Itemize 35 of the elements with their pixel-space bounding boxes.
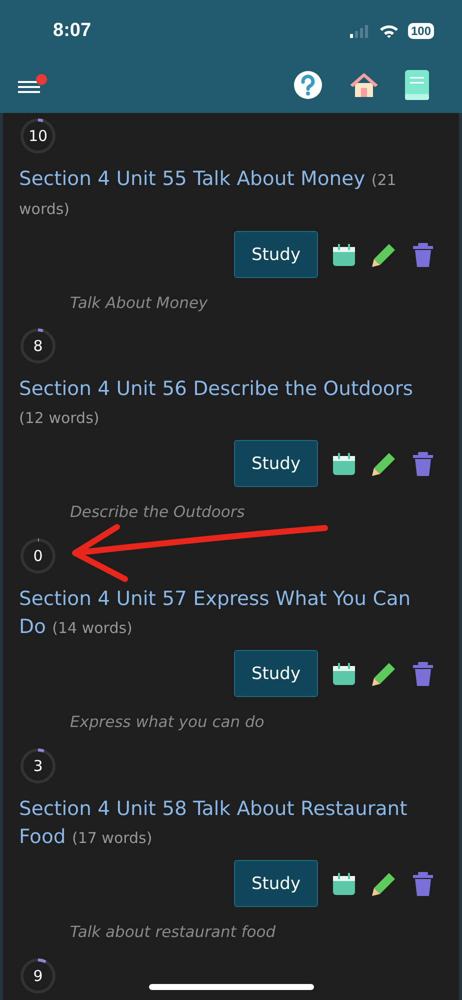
unit-description: Talk about restaurant food: [70, 923, 277, 941]
unit-description: Describe the Outdoors: [70, 503, 246, 521]
battery-level: 100: [408, 23, 434, 39]
unit-title-link[interactable]: Section 4 Unit 58 Talk About Restaurant Food (17 words): [19, 795, 443, 852]
signal-icon: [350, 24, 370, 38]
word-count-number: 3: [32, 756, 44, 777]
calendar-icon[interactable]: [333, 244, 355, 266]
pencil-icon[interactable]: [372, 452, 396, 476]
study-button[interactable]: Study: [234, 650, 318, 697]
home-icon[interactable]: [349, 71, 379, 99]
status-time: 8:07: [53, 20, 92, 42]
unit-title-link[interactable]: Section 4 Unit 57 Express What You Can Do (14 words): [19, 585, 443, 642]
trash-icon[interactable]: [413, 662, 433, 686]
unit-title-link[interactable]: Section 4 Unit 55 Talk About Money (21 words): [19, 165, 443, 223]
help-icon[interactable]: [293, 70, 323, 100]
trash-icon[interactable]: [413, 242, 433, 266]
unit-description: Express what you can do: [70, 713, 266, 731]
word-count-number: 0: [32, 546, 44, 567]
wifi-icon: [378, 24, 399, 38]
pencil-icon[interactable]: [372, 242, 396, 266]
unit-description: Talk About Money: [70, 294, 209, 312]
word-count-number: 8: [32, 336, 44, 357]
calendar-icon[interactable]: [333, 452, 355, 474]
calendar-icon[interactable]: [333, 872, 355, 894]
word-count-number: 10: [27, 126, 49, 147]
word-count-number: 9: [32, 966, 44, 987]
trash-icon[interactable]: [413, 872, 433, 896]
pencil-icon[interactable]: [372, 662, 396, 686]
trash-icon[interactable]: [413, 452, 433, 476]
pencil-icon[interactable]: [372, 872, 396, 896]
calendar-icon[interactable]: [333, 662, 355, 684]
study-button[interactable]: Study: [234, 440, 318, 487]
unit-title-link[interactable]: Section 4 Unit 56 Describe the Outdoors (12 words): [19, 375, 443, 432]
study-button[interactable]: Study: [234, 231, 318, 278]
study-button[interactable]: Study: [234, 860, 318, 907]
